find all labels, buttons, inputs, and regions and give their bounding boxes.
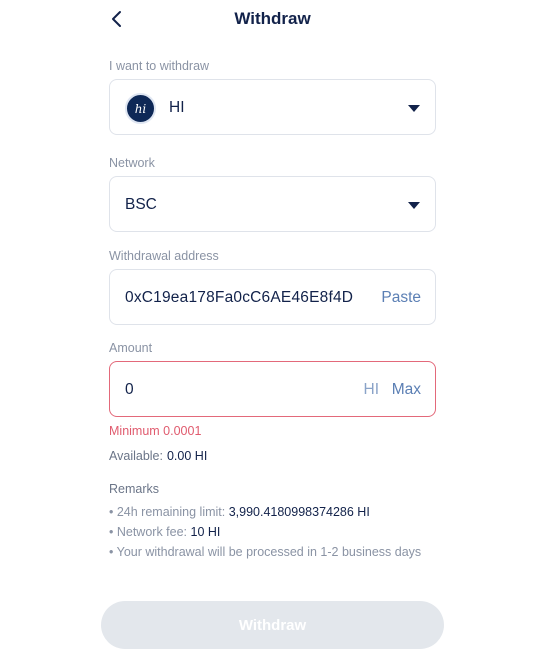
- amount-field[interactable]: HI Max: [109, 361, 436, 417]
- token-logo-icon: hi: [125, 93, 156, 124]
- amount-error-message: Minimum 0.0001: [109, 424, 202, 438]
- remark-label: • Your withdrawal will be processed in 1…: [109, 545, 422, 559]
- remark-value: 3,990.4180998374286 HI: [228, 505, 370, 519]
- max-button[interactable]: Max: [392, 381, 421, 399]
- remark-label: • Network fee:: [109, 525, 191, 539]
- remarks-title: Remarks: [109, 482, 160, 496]
- available-balance: Available: 0.00 HI: [109, 449, 207, 463]
- network-label: Network: [109, 156, 155, 170]
- address-label: Withdrawal address: [109, 249, 219, 263]
- caret-down-icon: [408, 202, 420, 209]
- asset-value: HI: [169, 99, 185, 116]
- asset-select[interactable]: hi HI: [109, 79, 436, 135]
- caret-down-icon: [408, 105, 420, 112]
- withdraw-button[interactable]: Withdraw: [101, 601, 444, 649]
- remark-value: 10 HI: [190, 525, 221, 539]
- remark-item: • 24h remaining limit: 3,990.41809983742…: [109, 505, 370, 519]
- asset-label: I want to withdraw: [109, 59, 210, 73]
- header: Withdraw: [0, 0, 551, 40]
- network-select[interactable]: BSC: [109, 176, 436, 232]
- remark-item: • Your withdrawal will be processed in 1…: [109, 545, 421, 559]
- address-input[interactable]: 0xC19ea178Fa0cC6AE46E8f4Dc: [125, 289, 353, 307]
- amount-label: Amount: [109, 341, 153, 355]
- available-label: Available:: [109, 449, 163, 463]
- network-value: BSC: [125, 196, 157, 213]
- paste-button[interactable]: Paste: [381, 289, 421, 307]
- address-field[interactable]: 0xC19ea178Fa0cC6AE46E8f4Dc Paste: [109, 269, 436, 325]
- remark-label: • 24h remaining limit:: [109, 505, 229, 519]
- page-title: Withdraw: [234, 9, 311, 28]
- amount-unit: HI: [363, 381, 380, 398]
- available-value: 0.00 HI: [166, 449, 208, 463]
- amount-input[interactable]: [125, 381, 325, 399]
- remark-item: • Network fee: 10 HI: [109, 525, 220, 539]
